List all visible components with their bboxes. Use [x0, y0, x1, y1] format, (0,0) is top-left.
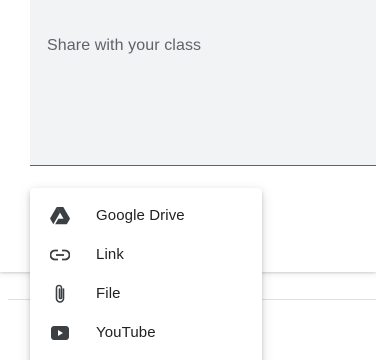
youtube-icon	[50, 323, 70, 343]
paperclip-icon	[50, 284, 70, 304]
menu-item-youtube[interactable]: YouTube	[30, 313, 262, 352]
menu-item-file[interactable]: File	[30, 274, 262, 313]
menu-item-link[interactable]: Link	[30, 235, 262, 274]
announcement-input[interactable]: Share with your class	[30, 0, 376, 166]
menu-item-label: Link	[96, 246, 124, 263]
add-attachment-menu: Google Drive Link File YouTube	[30, 188, 262, 360]
menu-item-label: Google Drive	[96, 207, 185, 224]
google-drive-icon	[50, 206, 70, 226]
menu-item-label: File	[96, 285, 121, 302]
link-icon	[50, 245, 70, 265]
announcement-placeholder: Share with your class	[47, 37, 202, 54]
menu-item-label: YouTube	[96, 324, 156, 341]
page: Share with your class Google Drive Link …	[0, 0, 376, 360]
menu-item-google-drive[interactable]: Google Drive	[30, 196, 262, 235]
